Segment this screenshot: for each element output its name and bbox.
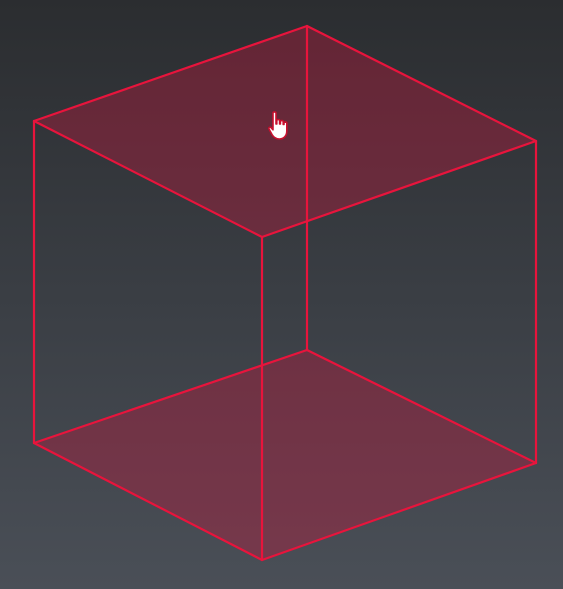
pointing-hand-cursor-icon — [268, 111, 288, 140]
3d-viewport[interactable] — [0, 0, 563, 589]
cube-scene[interactable] — [0, 0, 563, 589]
cube-bottom-face[interactable] — [34, 350, 536, 560]
